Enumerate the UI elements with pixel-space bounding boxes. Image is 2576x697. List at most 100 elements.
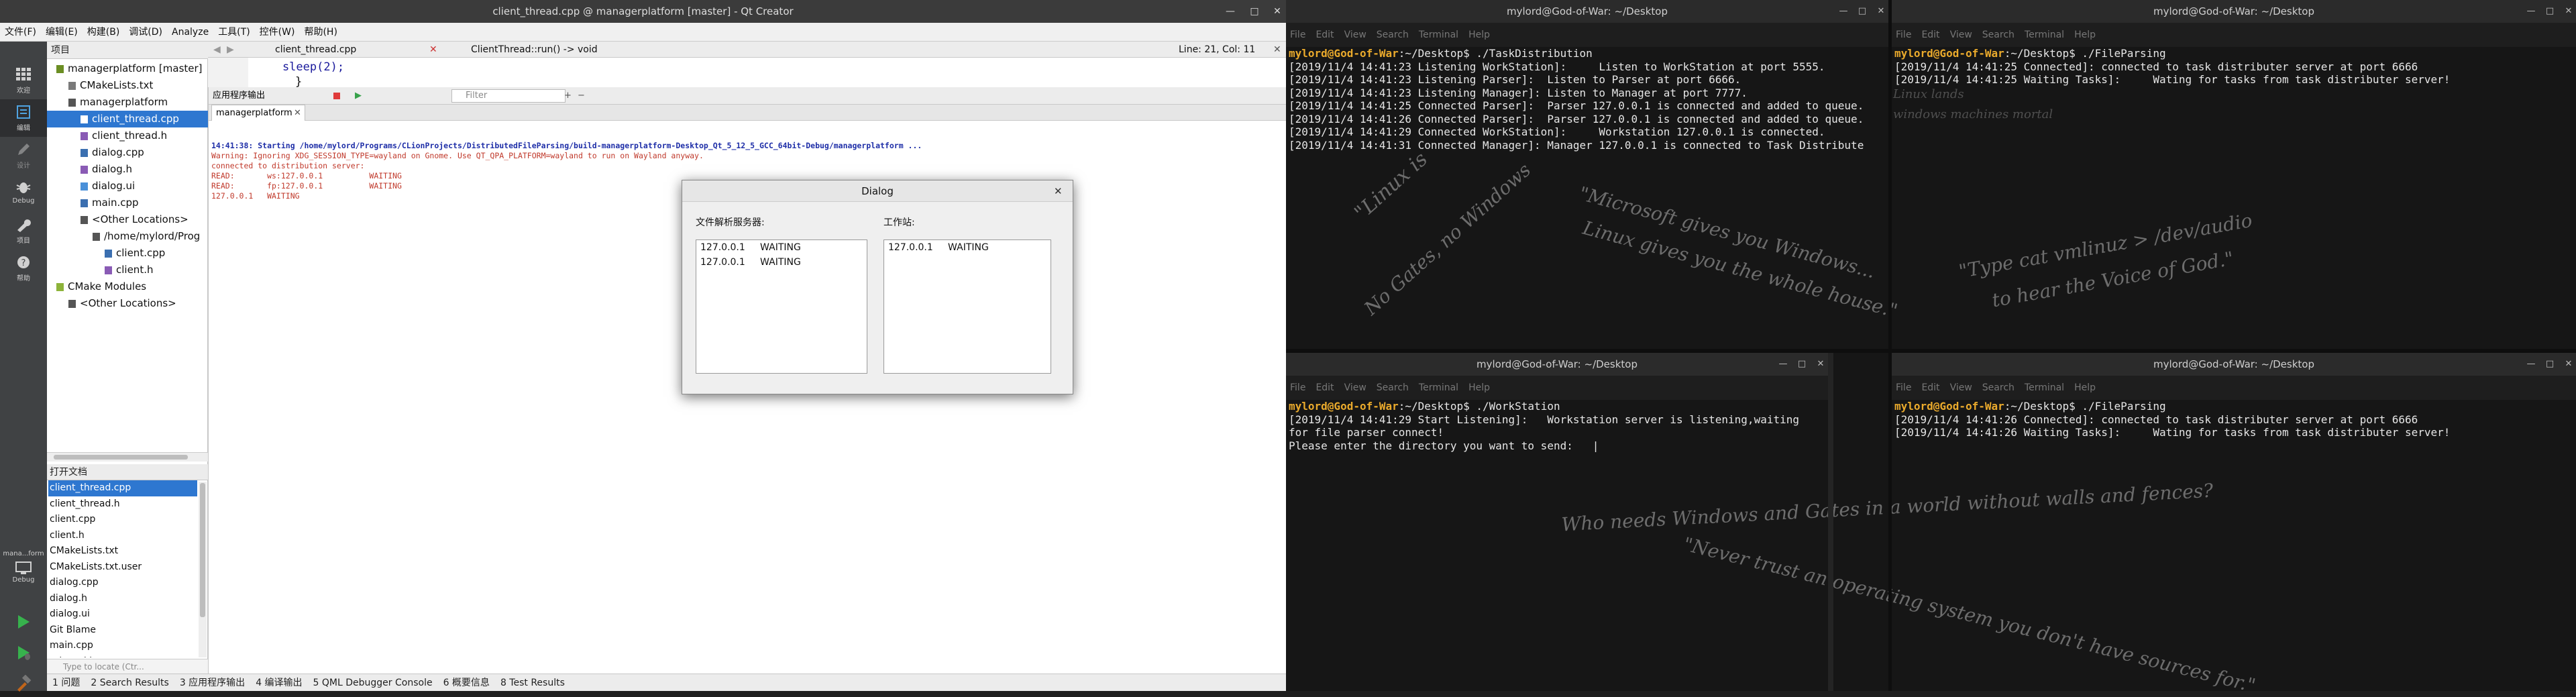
maximize-icon[interactable]: □ [2541,353,2559,376]
menu-file[interactable]: 文件(F) [0,23,41,42]
tab-close-icon[interactable]: ✕ [294,105,301,121]
terminal-menu-item[interactable]: Edit [1921,30,1939,40]
tree-item[interactable]: client_thread.cpp [47,111,208,127]
open-doc-item[interactable]: Git Blame [48,623,197,639]
output-pane-tab[interactable]: 2 Search Results [85,674,174,692]
terminal-menu-item[interactable]: Search [1377,382,1409,393]
output-tab[interactable]: managerplatform ✕ [211,105,305,121]
terminal-menu-item[interactable]: Terminal [1419,382,1458,393]
terminal-menu-item[interactable]: Help [2074,30,2096,40]
rerun-icon[interactable]: ▶ [355,87,362,105]
close-icon[interactable]: ✕ [2560,0,2576,23]
tree-item[interactable]: dialog.ui [47,178,208,195]
terminal-title-bar[interactable]: mylord@God-of-War: ~/Desktop — □ ✕ [1892,0,2576,23]
workstation-list-item[interactable]: 127.0.0.1 WAITING [884,240,1051,255]
close-file-icon[interactable]: ✕ [429,42,437,58]
minimize-icon[interactable]: — [1774,353,1792,376]
minus-icon[interactable]: − [578,87,585,105]
minimize-icon[interactable]: — [1218,0,1243,23]
terminal-menu-item[interactable]: Help [1468,30,1490,40]
terminal-menu-item[interactable]: Search [1982,30,2015,40]
tree-item[interactable]: managerplatform [47,94,208,111]
menu-widgets[interactable]: 控件(W) [255,23,300,42]
terminal-menu-item[interactable]: Search [1982,382,2015,393]
tree-item[interactable]: client.h [47,262,208,278]
function-selector[interactable]: ClientThread::run() -> void [471,42,598,58]
terminal-menu-item[interactable]: Help [2074,382,2096,393]
tree-item[interactable]: dialog.cpp [47,144,208,161]
output-pane-tab[interactable]: 1 问题 [47,674,85,692]
terminal-menu-item[interactable]: File [1896,30,1911,40]
mode-debug[interactable]: Debug [0,174,47,212]
stop-icon[interactable] [333,93,340,99]
run-icon[interactable] [15,613,32,631]
mode-edit[interactable]: 编辑 [0,99,47,137]
tree-item[interactable]: <Other Locations> [47,211,208,228]
minimize-icon[interactable]: — [2522,0,2540,23]
menu-debug[interactable]: 调试(D) [124,23,167,42]
forward-arrow-icon[interactable]: ▶ [227,42,234,58]
open-doc-item[interactable]: dialog.ui [48,606,197,623]
dialog-title-bar[interactable]: Dialog ✕ [682,180,1073,202]
back-arrow-icon[interactable]: ◀ [213,42,221,58]
terminal-menu-item[interactable]: Help [1468,382,1490,393]
terminal-menu-item[interactable]: Terminal [1419,30,1458,40]
terminal-menu-item[interactable]: View [1950,382,1972,393]
output-pane-tab[interactable]: 5 QML Debugger Console [308,674,438,692]
qt-title-bar[interactable]: client_thread.cpp @ managerplatform [mas… [0,0,1286,23]
terminal-menu-item[interactable]: View [1950,30,1972,40]
open-doc-item[interactable]: CMakeLists.txt.user [48,559,197,576]
close-icon[interactable]: ✕ [1872,0,1888,23]
maximize-icon[interactable]: □ [1793,353,1811,376]
tree-item[interactable]: CMakeLists.txt [47,77,208,94]
mode-help[interactable]: ? 帮助 [0,250,47,287]
maximize-icon[interactable]: □ [1854,0,1871,23]
tree-item[interactable]: managerplatform [master] [47,60,208,77]
mode-projects[interactable]: 项目 [0,212,47,250]
minimize-icon[interactable]: — [1835,0,1852,23]
maximize-icon[interactable]: □ [1242,0,1267,23]
locator-input[interactable]: Type to locate (Ctr... [47,659,208,674]
mode-design[interactable]: 设计 [0,137,47,174]
terminal-menu-item[interactable]: Edit [1316,382,1334,393]
terminal-menu-item[interactable]: File [1290,382,1305,393]
code-line[interactable]: sleep(2); [255,60,344,74]
tree-item[interactable]: <Other Locations> [47,295,208,312]
tree-item[interactable]: client_thread.h [47,127,208,144]
terminal-title-bar[interactable]: mylord@God-of-War: ~/Desktop — □ ✕ [1892,353,2576,376]
workstation-list[interactable]: 127.0.0.1 WAITING [883,239,1051,374]
code-line-brace[interactable]: } [295,75,302,89]
output-pane-tab[interactable]: 6 概要信息 [438,674,495,692]
terminal-task-distribution[interactable]: mylord@God-of-War: ~/Desktop — □ ✕ File Edit V… [1286,0,1888,154]
tree-item[interactable]: client.cpp [47,245,208,262]
terminal-file-parsing-2[interactable]: mylord@God-of-War: ~/Desktop — □ ✕ File Edit V… [1892,353,2576,460]
add-icon[interactable]: + [564,87,572,105]
terminal-title-bar[interactable]: mylord@God-of-War: ~/Desktop — □ ✕ [1286,0,1888,23]
tree-item[interactable]: main.cpp [47,195,208,211]
terminal-title-bar[interactable]: mylord@God-of-War: ~/Desktop — □ ✕ [1286,353,1828,376]
open-doc-item[interactable]: client_thread.cpp [48,480,197,496]
parser-list[interactable]: 127.0.0.1 WAITING 127.0.0.1 WAITING [696,239,867,374]
output-pane-tab[interactable]: 3 应用程序输出 [174,674,250,692]
terminal-scrollbar[interactable] [1828,353,1833,691]
kit-selector[interactable]: mana...form Debug [0,550,47,584]
terminal-menu-item[interactable]: Edit [1316,30,1334,40]
terminal-file-parsing-1[interactable]: mylord@God-of-War: ~/Desktop — □ ✕ File Edit V… [1892,0,2576,134]
terminal-menu-item[interactable]: View [1344,30,1366,40]
close-icon[interactable]: ✕ [1812,353,1828,376]
terminal-menu-item[interactable]: Terminal [2025,30,2064,40]
terminal-menu-item[interactable]: View [1344,382,1366,393]
output-filter-input[interactable]: Filter [451,89,566,103]
tree-item[interactable]: /home/mylord/Prog [47,228,208,245]
terminal-menu-item[interactable]: Search [1377,30,1409,40]
open-doc-item[interactable]: client_thread.h [48,496,197,513]
split-close-icon[interactable]: ✕ [1273,42,1281,58]
menu-edit[interactable]: 编辑(E) [41,23,83,42]
dialog-close-icon[interactable]: ✕ [1054,180,1063,202]
mode-welcome[interactable]: 欢迎 [0,62,47,99]
minimize-icon[interactable]: — [2522,353,2540,376]
open-doc-item[interactable]: qthread.h [48,654,197,658]
terminal-menu-item[interactable]: Terminal [2025,382,2064,393]
open-doc-item[interactable]: CMakeLists.txt [48,543,197,559]
tree-item[interactable]: CMake Modules [47,278,208,295]
